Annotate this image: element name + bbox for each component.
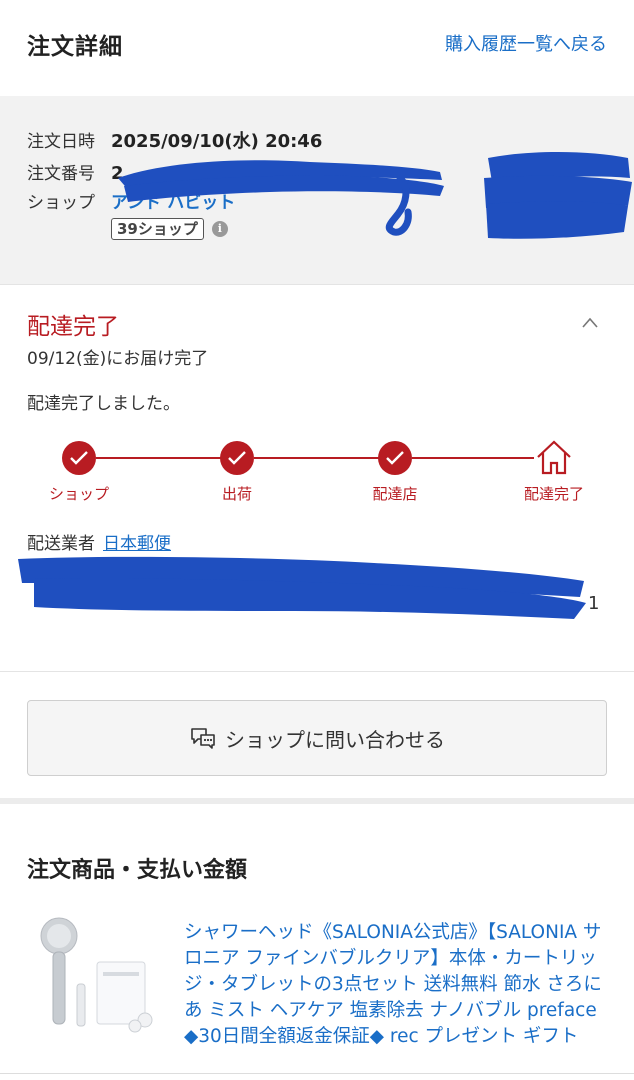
progress-line xyxy=(254,457,379,459)
step-delivered-home-icon xyxy=(537,440,571,475)
divider xyxy=(0,1073,634,1074)
chevron-up-icon[interactable] xyxy=(582,315,598,331)
carrier-link[interactable]: 日本郵便 xyxy=(103,534,171,554)
step-shop-check-icon xyxy=(62,441,96,475)
product-name-link[interactable]: シャワーヘッド《SALONIA公式店》【SALONIA サロニア ファインバブル… xyxy=(184,920,604,1050)
product-image[interactable] xyxy=(27,916,167,1040)
redaction-scribble xyxy=(18,556,586,619)
progress-line xyxy=(96,457,221,459)
delivery-status-title: 配達完了 xyxy=(27,314,119,340)
page-header: 注文詳細 購入履歴一覧へ戻る xyxy=(0,0,634,96)
progress-line xyxy=(412,457,534,459)
step-label-shipped: 出荷 xyxy=(221,485,252,503)
redaction-scribble xyxy=(118,160,444,236)
delivery-progress-tracker: ショップ 出荷 配達店 配達完了 xyxy=(0,439,634,509)
carrier-row: 配送業者 日本郵便 xyxy=(27,529,171,554)
order-number-label: 注文番号 xyxy=(27,164,95,184)
delivery-status-section: 配達完了 09/12(金)にお届け完了 配達完了しました。 ショップ 出荷 配達… xyxy=(0,284,634,672)
order-info-panel: 注文日時 2025/09/10(水) 20:46 注文番号 2 ショップ アンド ハビ… xyxy=(0,96,634,284)
order-items-section: 注文商品・支払い金額 シャワーヘッド《SALONIA公式店》【SALONIA サ… xyxy=(0,820,634,1080)
step-label-depot: 配達店 xyxy=(372,485,418,503)
delivered-date-text: 09/12(金)にお届け完了 xyxy=(27,349,209,369)
contact-section: ショップに問い合わせる xyxy=(0,672,634,804)
delivery-status-message: 配達完了しました。 xyxy=(27,394,180,414)
step-shipped-check-icon xyxy=(220,441,254,475)
carrier-label: 配送業者 xyxy=(27,534,95,554)
step-depot-check-icon xyxy=(378,441,412,475)
page-title: 注文詳細 xyxy=(27,34,123,60)
contact-shop-label: ショップに問い合わせる xyxy=(225,727,445,752)
order-date-label: 注文日時 xyxy=(27,132,95,152)
back-to-history-link[interactable]: 購入履歴一覧へ戻る xyxy=(445,30,607,56)
redacted-trailing-text: 1 xyxy=(588,593,600,614)
chat-bubbles-icon xyxy=(191,728,215,749)
redaction-scribble xyxy=(484,152,632,239)
shop-label: ショップ xyxy=(27,193,95,213)
order-items-title: 注文商品・支払い金額 xyxy=(27,858,248,883)
step-label-shop: ショップ xyxy=(48,485,109,503)
step-label-delivered: 配達完了 xyxy=(523,485,584,503)
contact-shop-button[interactable]: ショップに問い合わせる xyxy=(27,700,607,776)
